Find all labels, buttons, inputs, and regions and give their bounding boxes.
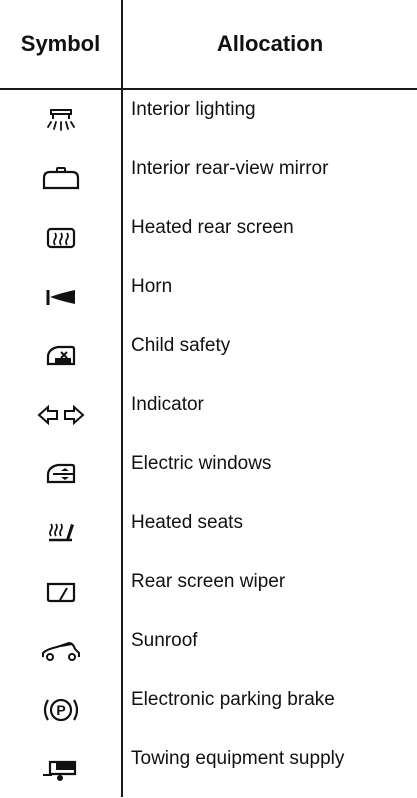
row-label: Interior lighting [131, 99, 256, 120]
interior-lighting-icon [0, 90, 121, 149]
row-label: Child safety [131, 335, 231, 356]
row-label: Heated rear screen [131, 217, 294, 238]
table-row: Towing equipment supply [0, 739, 417, 798]
interior-mirror-icon [0, 149, 121, 208]
table-row: Heated seats [0, 503, 417, 562]
rear-screen-wiper-icon [0, 562, 121, 621]
table-body: Interior lighting Interior rear-view mir… [0, 90, 417, 797]
row-label: Indicator [131, 394, 204, 415]
row-label: Heated seats [131, 512, 243, 533]
row-label: Towing equipment supply [131, 748, 345, 769]
table-row: Electric windows [0, 444, 417, 503]
horn-icon [0, 267, 121, 326]
heated-rear-screen-icon [0, 208, 121, 267]
table-row: Sunroof [0, 621, 417, 680]
electric-windows-icon [0, 444, 121, 503]
table-row: Interior lighting [0, 90, 417, 149]
allocation-table: Symbol Allocation Interior lighting Inte [0, 0, 417, 797]
table-row: Heated rear screen [0, 208, 417, 267]
indicator-icon [0, 385, 121, 444]
table-row: Child safety [0, 326, 417, 385]
row-label: Sunroof [131, 630, 198, 651]
table-row: Horn [0, 267, 417, 326]
table-row: P Electronic parking brake [0, 680, 417, 739]
sunroof-icon [0, 621, 121, 680]
table-row: Indicator [0, 385, 417, 444]
child-safety-icon [0, 326, 121, 385]
parking-brake-icon: P [0, 680, 121, 739]
symbol-header: Symbol [20, 31, 101, 56]
row-label: Interior rear-view mirror [131, 158, 329, 179]
row-label: Horn [131, 276, 173, 297]
table-row: Interior rear-view mirror [0, 149, 417, 208]
row-label: Rear screen wiper [131, 571, 286, 592]
row-label: Electric windows [131, 453, 272, 474]
row-label: Electronic parking brake [131, 689, 335, 710]
heated-seats-icon [0, 503, 121, 562]
allocation-header: Allocation [216, 31, 324, 56]
svg-text:P: P [56, 702, 65, 718]
towing-supply-icon [0, 739, 121, 798]
table-row: Rear screen wiper [0, 562, 417, 621]
